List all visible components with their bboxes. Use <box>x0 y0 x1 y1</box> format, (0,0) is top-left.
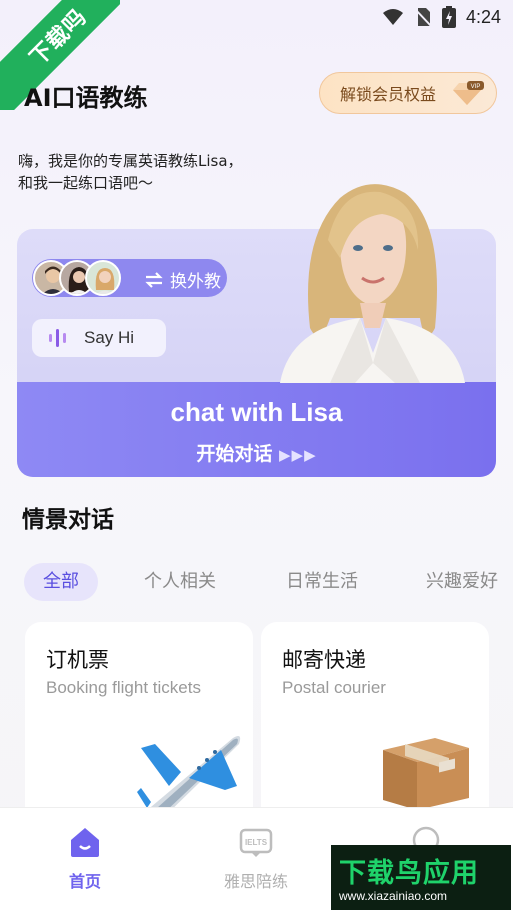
scene-card-subtitle: Booking flight tickets <box>46 678 201 697</box>
tab-personal[interactable]: 个人相关 <box>144 563 216 601</box>
bottom-tab-bar: 首页 IELTS 雅思陪练 下载鸟应用 www.xiazainiao.com <box>0 807 513 912</box>
status-bar: 下载吗 4:24 <box>0 0 513 110</box>
scene-card-title: 订机票 <box>46 648 109 672</box>
hero-title: chat with Lisa <box>170 397 343 427</box>
switch-teacher-button[interactable]: 换外教 <box>32 259 227 297</box>
vip-unlock-button[interactable]: 解锁会员权益 VIP <box>319 72 497 114</box>
scene-section-title: 情景对话 <box>22 507 114 533</box>
say-hi-label: Say Hi <box>84 328 135 347</box>
tab-ielts-label: 雅思陪练 <box>223 872 288 891</box>
vip-button-label: 解锁会员权益 <box>340 85 437 104</box>
package-icon <box>383 738 469 810</box>
watermark-url: www.xiazainiao.com <box>339 889 448 903</box>
teacher-portrait <box>280 184 465 383</box>
wifi-icon <box>382 9 403 25</box>
category-tabs: 全部 个人相关 日常生活 兴趣爱好 <box>24 563 513 603</box>
tab-home[interactable]: 首页 <box>25 826 145 892</box>
say-hi-button[interactable]: Say Hi <box>32 319 166 357</box>
teacher-avatar-3 <box>85 260 121 296</box>
ielts-icon: IELTS <box>239 828 273 857</box>
no-sim-icon <box>414 8 432 27</box>
tab-all[interactable]: 全部 <box>24 563 98 601</box>
swap-arrows-icon <box>145 271 163 288</box>
corner-badge-text: 下载吗 <box>25 4 93 72</box>
vip-diamond-icon: VIP <box>453 81 484 105</box>
vip-tag: VIP <box>471 84 481 90</box>
battery-icon <box>441 6 456 28</box>
start-chat-label: 开始对话 ▶▶▶ <box>17 439 496 466</box>
status-time: 4:24 <box>465 6 501 27</box>
play-arrows-icon: ▶▶▶ <box>279 446 317 464</box>
watermark: 下载鸟应用 www.xiazainiao.com <box>331 845 511 910</box>
tab-hobbies[interactable]: 兴趣爱好 <box>426 563 498 601</box>
scene-card-courier[interactable]: 邮寄快递 Postal courier <box>261 622 489 822</box>
scene-card-subtitle: Postal courier <box>282 678 386 697</box>
scene-card-title: 邮寄快递 <box>282 648 366 672</box>
app-title: AI口语教练 <box>24 84 148 112</box>
tab-daily-life[interactable]: 日常生活 <box>286 563 358 601</box>
watermark-text: 下载鸟应用 <box>339 858 479 889</box>
greeting-line-1: 嗨，我是你的专属英语教练Lisa， <box>18 152 243 170</box>
greeting-text: 嗨，我是你的专属英语教练Lisa， 和我一起练口语吧～ <box>18 150 243 194</box>
scene-card-flight[interactable]: 订机票 Booking flight tickets <box>25 622 253 822</box>
tab-ielts[interactable]: IELTS 雅思陪练 <box>196 826 316 892</box>
tab-home-label: 首页 <box>68 872 101 891</box>
start-chat-text: 开始对话 <box>196 443 273 465</box>
status-icons: 4:24 <box>382 6 501 28</box>
home-icon <box>71 828 99 857</box>
greeting-line-2: 和我一起练口语吧～ <box>18 174 154 192</box>
voice-wave-icon <box>49 329 66 347</box>
switch-teacher-label: 换外教 <box>170 272 221 292</box>
airplane-icon <box>137 736 241 818</box>
svg-text:IELTS: IELTS <box>245 838 268 847</box>
